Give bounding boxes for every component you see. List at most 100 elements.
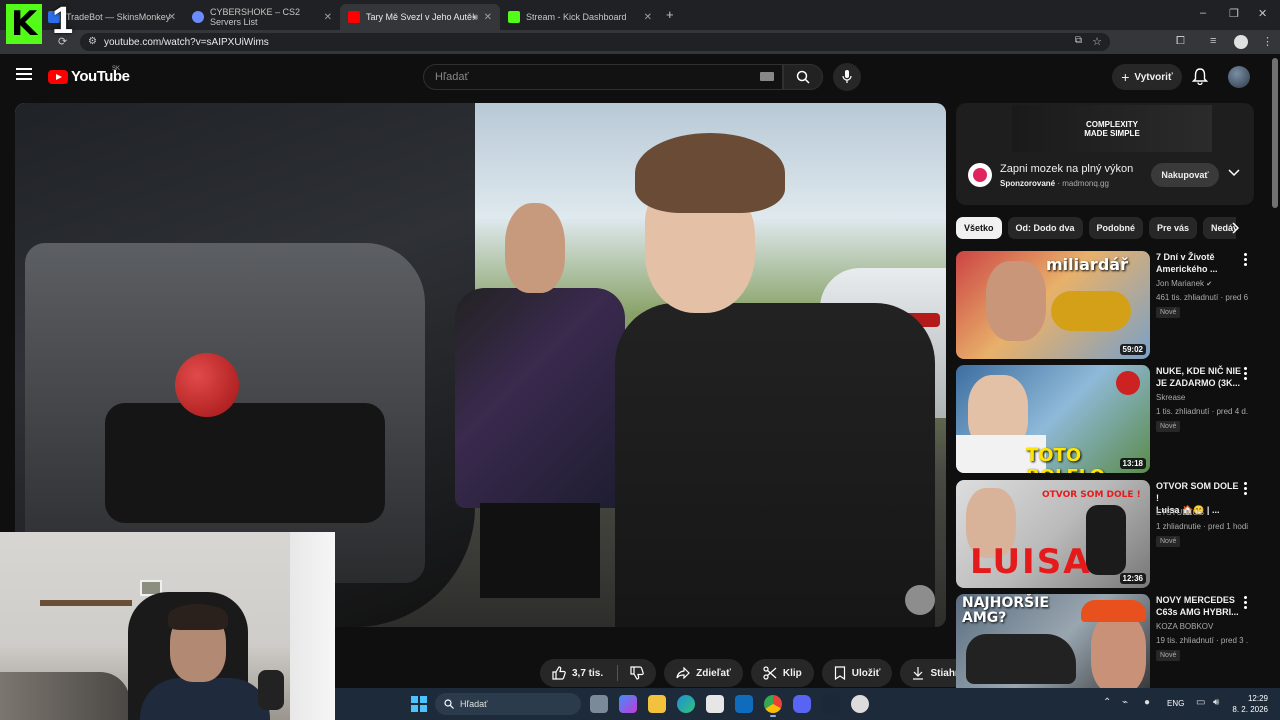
- thumbs-down-icon[interactable]: [630, 666, 644, 680]
- task-view-icon[interactable]: [590, 695, 608, 713]
- recommendation-item[interactable]: miliardář 59:02 7 Dní v Životě Amerického…: [956, 251, 1254, 359]
- obs-icon[interactable]: [851, 695, 869, 713]
- video-thumbnail[interactable]: NAJHORŠIE AMG?: [956, 594, 1150, 702]
- taskbar-search[interactable]: Hľadať: [435, 693, 581, 715]
- volume-icon[interactable]: 🔊︎: [1213, 697, 1219, 708]
- video-thumbnail[interactable]: OTVOR SOM DOLE ! LUISA 12:36: [956, 480, 1150, 588]
- channel-name[interactable]: Jon Marianek ✔: [1156, 279, 1212, 288]
- more-vert-icon[interactable]: [1244, 596, 1248, 611]
- restore-icon[interactable]: ❐: [1229, 7, 1239, 20]
- chrome-icon[interactable]: [764, 695, 782, 717]
- youtube-favicon-icon: [348, 11, 360, 23]
- copilot-icon[interactable]: [619, 695, 637, 713]
- close-window-icon[interactable]: ✕: [1258, 7, 1267, 20]
- page-scrollbar[interactable]: [1272, 58, 1278, 208]
- account-avatar[interactable]: [1228, 66, 1250, 88]
- search-input[interactable]: Hľadať: [423, 64, 783, 90]
- edge-icon[interactable]: [677, 695, 695, 713]
- ad-sponsored-line: Sponzorované · madmonq.gg: [1000, 179, 1109, 188]
- keyboard-language[interactable]: ENG: [1167, 699, 1184, 708]
- recommendation-item[interactable]: TOTO BOLELO 13:18 NUKE, KDE NIČ NIEJE ZA…: [956, 365, 1254, 473]
- chevron-down-icon[interactable]: [1228, 169, 1240, 177]
- tab-youtube-video[interactable]: Tary Mě Svezl v Jeho Autě! 🔊︎ ✕: [340, 4, 500, 30]
- install-app-icon[interactable]: ⧉: [1075, 35, 1082, 46]
- scissors-icon: [763, 666, 777, 680]
- clock[interactable]: 12:29 8. 2. 2026: [1228, 693, 1268, 715]
- extensions-icon[interactable]: ⧠: [1176, 35, 1185, 48]
- more-vert-icon[interactable]: [1244, 367, 1248, 382]
- sponsored-ad-card[interactable]: COMPLEXITY MADE SIMPLE Zapni mozek na pln…: [956, 103, 1254, 205]
- chevron-right-icon[interactable]: [1232, 222, 1240, 234]
- site-info-icon[interactable]: ⚙︎: [88, 36, 97, 47]
- channel-watermark[interactable]: [905, 585, 935, 615]
- outlook-icon[interactable]: [735, 695, 753, 713]
- speaker-icon[interactable]: 🔊︎: [472, 12, 478, 23]
- chip-from-channel[interactable]: Od: Dodo dva: [1007, 217, 1083, 239]
- webcam-overlay: [0, 532, 335, 720]
- bookmark-star-icon[interactable]: ☆: [1092, 35, 1102, 48]
- advertiser-logo-icon[interactable]: [968, 163, 992, 187]
- video-title[interactable]: NOVY MERCEDES C63s AMG HYBRI...: [1156, 594, 1242, 618]
- network-icon[interactable]: ⌁: [1122, 697, 1128, 708]
- share-icon: [676, 667, 690, 679]
- ad-title[interactable]: Zapni mozek na plný výkon: [1000, 163, 1133, 175]
- verified-check-icon: ✔: [1206, 281, 1213, 288]
- recommendation-item[interactable]: OTVOR SOM DOLE ! LUISA 12:36 OTVOR SOM D…: [956, 480, 1254, 588]
- tab-kick-dashboard[interactable]: Stream - Kick Dashboard ✕: [500, 4, 660, 30]
- share-button[interactable]: Zdieľať: [664, 659, 743, 687]
- media-controls-icon[interactable]: ≡: [1210, 35, 1216, 47]
- tab-cybershoke[interactable]: CYBERSHOKE – CS2 Servers List ✕: [184, 4, 340, 30]
- chip-all[interactable]: Všetko: [956, 217, 1002, 239]
- search-button[interactable]: [783, 64, 823, 90]
- address-bar[interactable]: ⚙︎ youtube.com/watch?v=sAIPXUiWims ☆ ⧉: [80, 33, 1110, 51]
- file-explorer-icon[interactable]: [648, 695, 666, 713]
- clock-time: 12:29: [1247, 694, 1268, 703]
- ad-banner-image[interactable]: COMPLEXITY MADE SIMPLE: [1012, 105, 1212, 152]
- video-title[interactable]: NUKE, KDE NIČ NIE JE ZADARMO (3K...: [1156, 365, 1242, 389]
- video-thumbnail[interactable]: miliardář 59:02: [956, 251, 1150, 359]
- more-vert-icon[interactable]: [1244, 253, 1248, 268]
- display-icon[interactable]: ▭: [1196, 697, 1205, 708]
- close-tab-icon[interactable]: ✕: [324, 12, 332, 23]
- channel-name[interactable]: ETSTUD1OS: [1156, 508, 1204, 517]
- notifications-bell-icon[interactable]: [1192, 68, 1208, 85]
- show-hidden-icons-icon[interactable]: ⌃: [1103, 697, 1111, 708]
- ad-shop-button[interactable]: Nakupovať: [1151, 163, 1219, 187]
- chrome-menu-icon[interactable]: ⋮: [1262, 35, 1273, 48]
- keyboard-icon[interactable]: [760, 72, 774, 81]
- close-tab-icon[interactable]: ✕: [484, 12, 492, 23]
- video-meta: 461 tis. zhliadnutí · pred 6...: [1156, 293, 1248, 302]
- new-tab-icon[interactable]: +: [666, 7, 674, 22]
- search-icon: [444, 699, 454, 709]
- voice-search-button[interactable]: [833, 63, 861, 91]
- create-button[interactable]: + Vytvoriť: [1112, 64, 1182, 90]
- like-button[interactable]: 3,7 tis.: [540, 659, 657, 687]
- profile-avatar-icon[interactable]: [1234, 35, 1248, 49]
- more-vert-icon[interactable]: [1244, 482, 1248, 497]
- video-title[interactable]: 7 Dní v Životě Amerického ...: [1156, 251, 1242, 275]
- plus-icon: +: [1121, 69, 1130, 85]
- video-duration: 59:02: [1119, 344, 1146, 355]
- chip-related[interactable]: Podobné: [1088, 217, 1144, 239]
- browser-tab-strip: TradeBot — SkinsMonkey ✕ CYBERSHOKE – CS…: [0, 0, 1280, 30]
- channel-name[interactable]: KOZA BOBKOV: [1156, 622, 1213, 631]
- clip-button[interactable]: Klip: [750, 659, 814, 687]
- video-thumbnail[interactable]: TOTO BOLELO 13:18: [956, 365, 1150, 473]
- save-button[interactable]: Uložiť: [821, 659, 893, 687]
- new-badge: Nové: [1156, 650, 1181, 661]
- chip-for-you[interactable]: Pre vás: [1149, 217, 1198, 239]
- new-badge: Nové: [1156, 421, 1181, 432]
- channel-name[interactable]: Skrease: [1156, 393, 1185, 402]
- share-label: Zdieľať: [696, 667, 731, 679]
- ad-domain: · madmonq.gg: [1057, 179, 1109, 188]
- discord-icon[interactable]: [793, 695, 811, 713]
- minimize-icon[interactable]: –: [1200, 7, 1206, 19]
- microsoft-store-icon[interactable]: [706, 695, 724, 713]
- recommendation-item[interactable]: NAJHORŠIE AMG? NOVY MERCEDES C63s AMG HYB…: [956, 594, 1254, 702]
- hamburger-menu-icon[interactable]: [16, 68, 32, 80]
- close-tab-icon[interactable]: ✕: [644, 12, 652, 23]
- close-tab-icon[interactable]: ✕: [168, 12, 176, 23]
- steam-icon[interactable]: [822, 695, 840, 713]
- windows-start-icon[interactable]: [411, 696, 427, 712]
- microphone-tray-icon[interactable]: ●: [1144, 697, 1150, 708]
